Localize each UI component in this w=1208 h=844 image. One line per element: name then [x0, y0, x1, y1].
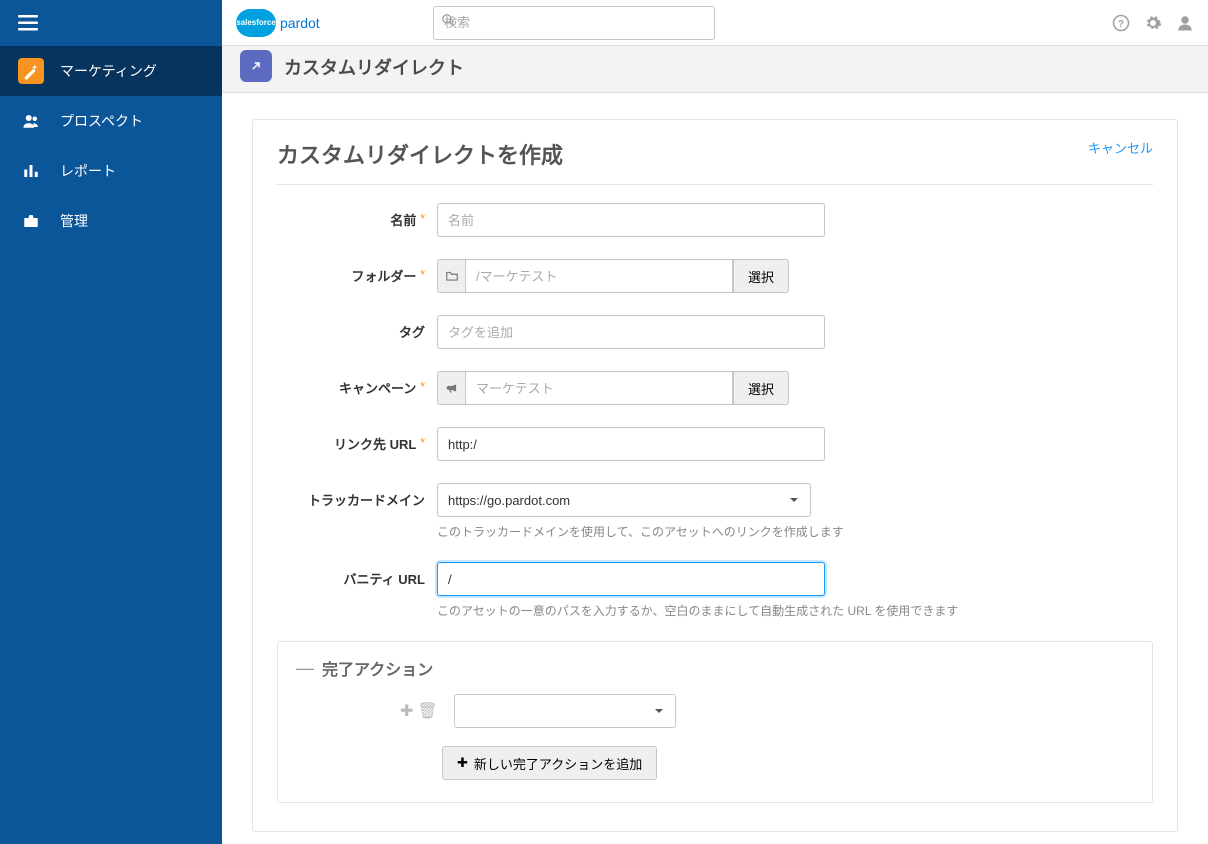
- name-label: 名前: [277, 203, 437, 229]
- sidebar-item-report[interactable]: レポート: [0, 146, 222, 196]
- dest-url-label: リンク先 URL: [277, 427, 437, 453]
- product-name: pardot: [280, 15, 320, 31]
- search-input[interactable]: [433, 6, 715, 40]
- redirect-badge-icon: [240, 50, 272, 82]
- folder-label: フォルダー: [277, 259, 437, 285]
- name-input[interactable]: [437, 203, 825, 237]
- completion-action-section: — 完了アクション ✚ 🗑 ✚ 新しい完了アクションを追加: [277, 641, 1153, 803]
- plus-icon: ✚: [457, 755, 468, 771]
- vanity-input[interactable]: [437, 562, 825, 596]
- sidebar-item-admin[interactable]: 管理: [0, 196, 222, 246]
- campaign-input[interactable]: [465, 371, 733, 405]
- users-icon: [18, 108, 44, 134]
- chart-icon: [18, 158, 44, 184]
- form-card: カスタムリダイレクトを作成 キャンセル 名前 フォルダー: [252, 119, 1178, 832]
- tag-input[interactable]: [437, 315, 825, 349]
- sidebar-item-label: プロスペクト: [60, 111, 143, 131]
- cancel-link[interactable]: キャンセル: [1088, 138, 1153, 157]
- section-title: 完了アクション: [322, 656, 433, 680]
- vanity-helper: このアセットの一意のパスを入力するか、空白のままにして自動生成された URL を…: [437, 602, 958, 619]
- action-select[interactable]: [454, 694, 676, 728]
- sidebar-item-label: マーケティング: [60, 61, 157, 81]
- campaign-label: キャンペーン: [277, 371, 437, 397]
- topbar: salesforce pardot ?: [222, 0, 1208, 46]
- sidebar-item-label: 管理: [60, 211, 88, 231]
- megaphone-icon: [437, 371, 465, 405]
- dest-url-input[interactable]: [437, 427, 825, 461]
- logo: salesforce pardot: [236, 9, 320, 37]
- wand-icon: [18, 58, 44, 84]
- collapse-icon[interactable]: —: [296, 658, 314, 679]
- trash-icon[interactable]: 🗑: [417, 701, 437, 721]
- folder-select-button[interactable]: 選択: [733, 259, 789, 293]
- svg-text:?: ?: [1118, 18, 1124, 29]
- tag-label: タグ: [277, 315, 437, 341]
- sidebar-item-prospect[interactable]: プロスペクト: [0, 96, 222, 146]
- plus-icon[interactable]: ✚: [400, 701, 413, 721]
- sidebar: マーケティング プロスペクト レポート 管理: [0, 0, 222, 844]
- gear-icon[interactable]: [1144, 14, 1162, 32]
- add-action-button[interactable]: ✚ 新しい完了アクションを追加: [442, 746, 657, 780]
- sidebar-item-marketing[interactable]: マーケティング: [0, 46, 222, 96]
- hamburger-menu[interactable]: [0, 0, 222, 46]
- hamburger-icon: [18, 15, 38, 31]
- search-icon: [441, 13, 455, 30]
- briefcase-icon: [18, 208, 44, 234]
- help-icon[interactable]: ?: [1112, 14, 1130, 32]
- strip-title: カスタムリダイレクト: [284, 54, 464, 80]
- folder-icon: [437, 259, 465, 293]
- folder-input[interactable]: [465, 259, 733, 293]
- page-header-strip: カスタムリダイレクト: [222, 46, 1208, 93]
- tracker-helper: このトラッカードメインを使用して、このアセットへのリンクを作成します: [437, 523, 844, 540]
- salesforce-cloud-icon: salesforce: [236, 9, 276, 37]
- sidebar-item-label: レポート: [60, 161, 116, 181]
- campaign-select-button[interactable]: 選択: [733, 371, 789, 405]
- user-icon[interactable]: [1176, 14, 1194, 32]
- tracker-select[interactable]: https://go.pardot.com: [437, 483, 811, 517]
- page-title: カスタムリダイレクトを作成: [277, 138, 563, 170]
- tracker-label: トラッカードメイン: [277, 483, 437, 509]
- vanity-label: バニティ URL: [277, 562, 437, 588]
